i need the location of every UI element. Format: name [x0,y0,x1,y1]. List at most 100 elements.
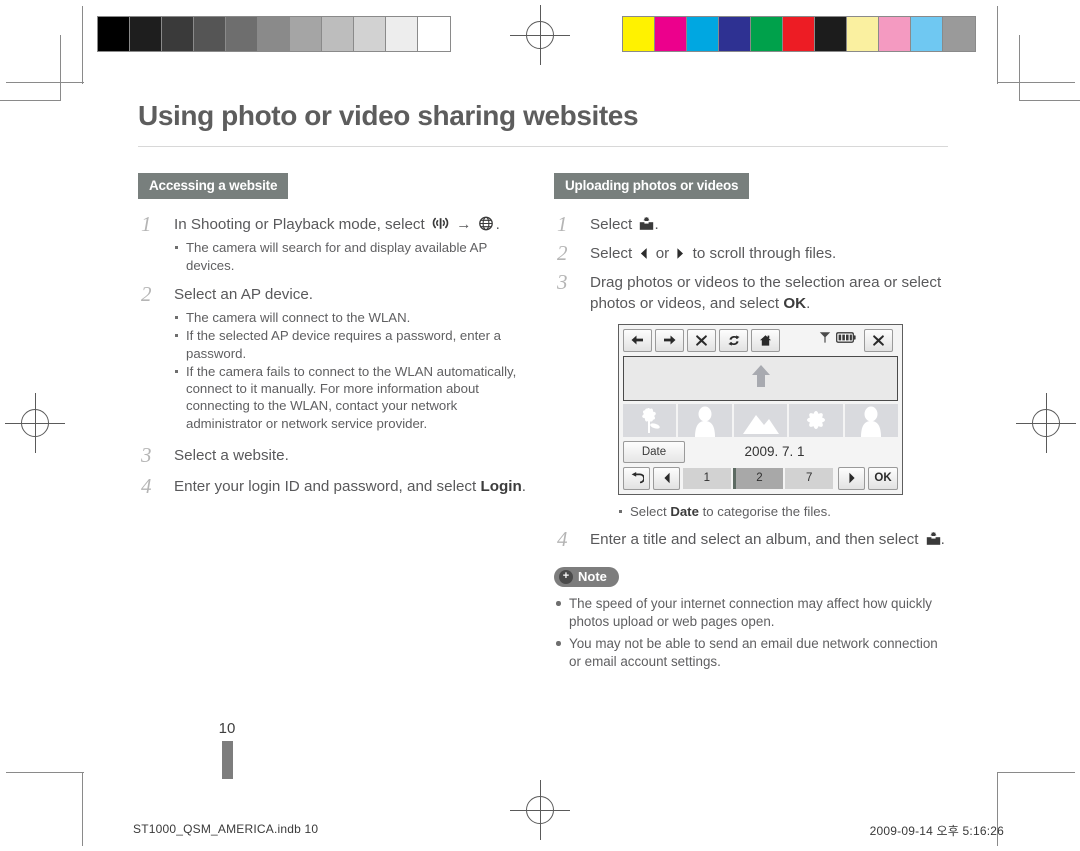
globe-icon [478,216,494,231]
bullet-text-after: to categorise the files. [702,503,831,519]
crop-mark-tr-h [997,82,1075,84]
step-text: Drag photos or videos to the selection a… [590,273,948,313]
crop-mark-bl-v [82,772,84,846]
forward-icon[interactable] [655,328,684,352]
camera-screen-illustration: Date 2009. 7. 1 1 2 7 OK [618,323,903,495]
step-text-after: . [521,478,527,496]
wireless-signal-icon [432,216,449,231]
color-swatch-7 [847,17,879,51]
section-header-accessing-website: Accessing a website [138,173,289,199]
step-arrow: → [456,216,472,233]
footer-file-name: ST1000_QSM_AMERICA.indb 10 [133,822,319,836]
ok-button[interactable]: OK [868,466,898,490]
crop-mark-tr-v2 [1019,35,1021,101]
camera-toolbar [623,328,898,352]
thumbnail-mountain[interactable] [733,403,788,437]
upload-step-item-3: 3 Drag photos or videos to the selection… [554,270,948,520]
thumbnail-flower[interactable] [789,403,843,437]
upload-step-item-4: 4 Enter a title and select an album, and… [554,527,948,552]
bullet-item: If the camera fails to connect to the WL… [174,363,532,432]
crop-mark-tr-h2 [1019,100,1080,102]
note-section: + Note The speed of your internet connec… [554,561,948,671]
step-text: Select an AP device. [174,285,314,303]
grayscale-swatch-6 [290,17,322,51]
upload-step-item-2: 2 Select or to scroll through files. [554,241,948,265]
section-header-uploading-photos: Uploading photos or videos [554,173,750,199]
title-divider [138,146,948,147]
step-item-3: 3 Select a website. [138,443,532,467]
prev-button[interactable] [653,466,680,490]
upload-icon [639,217,654,231]
bullet-text-before: Select [630,503,667,519]
step-text-before: Select [590,216,633,233]
step-number: 4 [557,527,568,552]
color-calibration-bar [622,16,976,52]
grayscale-swatch-7 [322,17,354,51]
segment-2[interactable]: 2 [732,467,784,489]
step-text-before: Enter your login ID and password, and se… [174,478,477,496]
bullet-item: The camera will search for and display a… [174,239,532,274]
thumbnail-flower[interactable] [623,403,677,437]
segment-1[interactable]: 1 [683,467,731,489]
step-number: 4 [141,474,152,499]
step-number: 3 [557,270,568,295]
color-swatch-1 [655,17,687,51]
registration-mark-left [5,393,65,453]
thumbnail-person[interactable] [678,403,732,437]
color-swatch-0 [623,17,655,51]
page-title: Using photo or video sharing websites [138,100,639,131]
bullet-item: If the selected AP device requires a pas… [174,327,532,362]
thumbnail-person[interactable] [844,403,899,437]
footer-timestamp: 2009-09-14 오후 5:16:26 [869,824,1004,838]
close-icon[interactable] [864,328,893,352]
undo-icon[interactable] [623,466,650,490]
selection-area[interactable] [623,355,898,401]
refresh-icon[interactable] [719,328,748,352]
registration-mark-right [1016,393,1076,453]
antenna-signal-icon [819,331,831,349]
home-icon[interactable] [751,328,780,352]
color-swatch-8 [879,17,911,51]
color-swatch-3 [719,17,751,51]
grayscale-calibration-bar [97,16,451,52]
registration-mark-bottom [510,780,570,840]
grayscale-swatch-10 [418,17,450,51]
note-item: The speed of your internet connection ma… [554,595,948,631]
step-text: In Shooting or Playback mode, select → . [174,215,532,235]
step-bullets: The camera will connect to the WLAN. If … [174,309,532,432]
uploading-photos-steps: 1 Select . 2 Select or to scroll through… [554,212,948,552]
two-column-layout: Accessing a website 1 In Shooting or Pla… [138,173,948,675]
page-segments: 1 2 7 [683,467,835,489]
screen-bullets: Select Date to categorise the files. [618,503,948,520]
date-button[interactable]: Date [623,440,685,463]
step-text-after: . [940,531,945,549]
back-icon[interactable] [623,328,652,352]
step-text-before: In Shooting or Playback mode, select [174,216,425,233]
chevron-left-icon [638,247,649,260]
next-button[interactable] [838,466,865,490]
crop-mark-tr-v [997,6,999,84]
note-item: You may not be able to send an email due… [554,635,948,671]
upload-icon [926,532,941,546]
camera-date-row: Date 2009. 7. 1 [623,440,898,463]
color-swatch-10 [943,17,975,51]
color-swatch-2 [687,17,719,51]
stop-icon[interactable] [687,328,716,352]
step-text-after: . [806,294,811,312]
color-swatch-9 [911,17,943,51]
step-text-after: to scroll through files. [692,245,837,263]
color-swatch-5 [783,17,815,51]
step-text-before: Enter a title and select an album, and t… [590,531,919,549]
crop-mark-bl-h [6,772,84,774]
step-text-after: . [654,216,659,233]
segment-3[interactable]: 7 [785,467,834,489]
step-text: Enter your login ID and password, and se… [174,477,532,497]
step-text-before: Drag photos or videos to the selection a… [590,274,942,312]
grayscale-swatch-8 [354,17,386,51]
step-text-after: . [495,216,500,233]
page-number-bar [221,741,233,779]
grayscale-swatch-3 [194,17,226,51]
step-number: 1 [557,212,568,236]
bullet-item: Select Date to categorise the files. [618,503,948,520]
step-item-2: 2 Select an AP device. The camera will c… [138,282,532,432]
